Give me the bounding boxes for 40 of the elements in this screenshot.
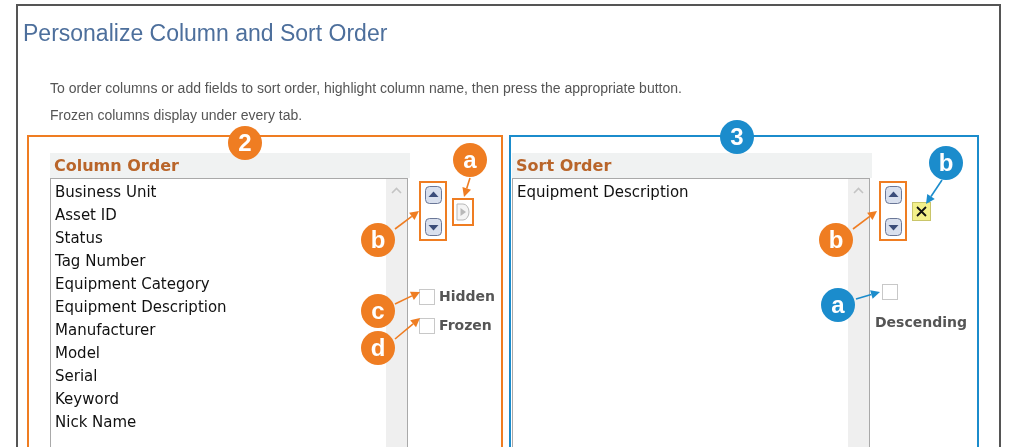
instruction-text: To order columns or add fields to sort order, highlight column name, then press the appropriate button. [50, 79, 682, 98]
move-up-icon[interactable] [884, 186, 902, 204]
instruction-text: Frozen columns display under every tab. [50, 106, 303, 125]
list-item[interactable]: Equipment Category [55, 273, 210, 296]
window-title: Personalize Column and Sort Order [23, 19, 388, 47]
leader-arrow [855, 290, 880, 300]
leader-arrow [852, 211, 877, 230]
caret-up-icon[interactable] [853, 187, 864, 194]
checkbox-label: Frozen [439, 316, 492, 335]
section-heading: Sort Order [512, 153, 872, 178]
leader-arrow [394, 318, 420, 340]
section-heading: Column Order [50, 153, 410, 178]
list-item[interactable]: Keyword [55, 388, 120, 411]
list-item[interactable]: Equipment Description [55, 296, 227, 319]
list-item[interactable]: Business Unit [55, 181, 157, 204]
move-down-icon[interactable] [424, 218, 442, 236]
leader-arrow [394, 291, 420, 305]
list-item[interactable]: Equipment Description [517, 181, 689, 204]
checkbox[interactable] [419, 288, 435, 305]
move-up-icon[interactable] [424, 186, 442, 204]
list-item[interactable]: Manufacturer [55, 319, 156, 342]
checkbox[interactable] [419, 317, 435, 334]
leader-arrow [462, 177, 471, 197]
delete-button[interactable] [912, 202, 931, 221]
scrollbar[interactable] [848, 179, 869, 447]
list-item[interactable]: Nick Name [55, 411, 137, 434]
list-item[interactable]: Asset ID [55, 204, 117, 227]
list-item[interactable]: Status [55, 227, 103, 250]
list-item[interactable]: Model [55, 342, 101, 365]
checkbox[interactable] [882, 284, 898, 300]
list-item[interactable]: Serial [55, 365, 98, 388]
list-item[interactable]: Tag Number [55, 250, 146, 273]
checkbox-label: Descending [875, 313, 968, 332]
caret-up-icon[interactable] [391, 187, 402, 194]
move-down-icon[interactable] [884, 218, 902, 236]
leader-arrow [926, 179, 943, 204]
play-icon[interactable] [456, 203, 470, 221]
checkbox-label: Hidden [439, 287, 496, 306]
close-icon [916, 206, 927, 217]
scrollbar[interactable] [386, 179, 407, 447]
